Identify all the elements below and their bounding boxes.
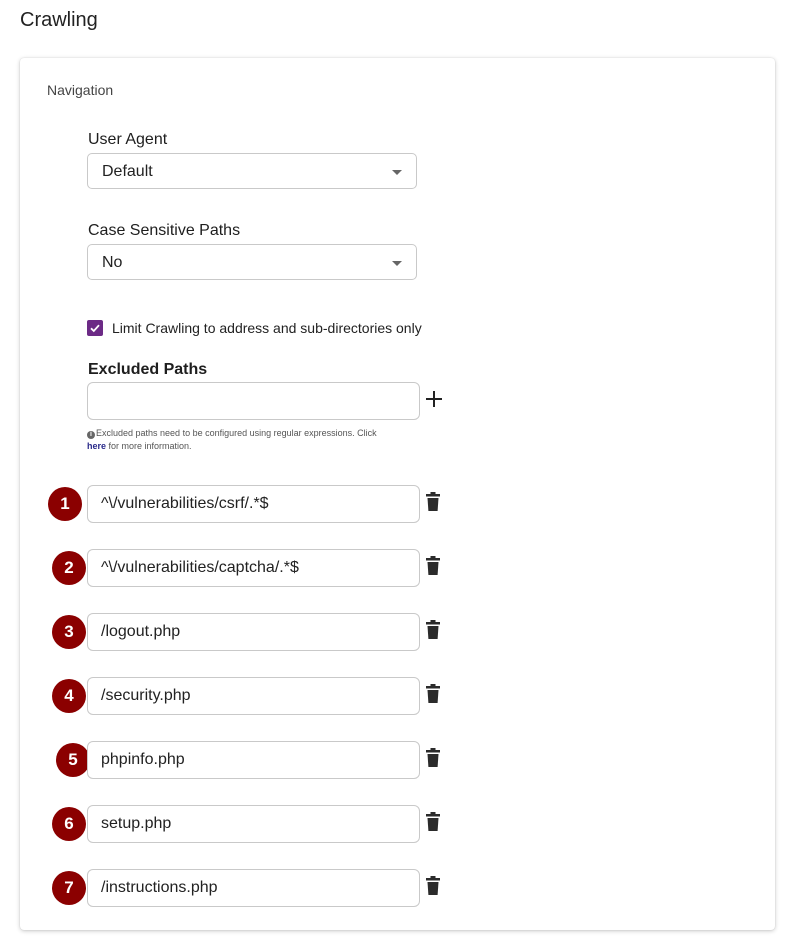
excluded-paths-label: Excluded Paths xyxy=(88,361,208,378)
limit-crawling-row: Limit Crawling to address and sub-direct… xyxy=(87,320,422,336)
trash-icon[interactable] xyxy=(425,876,441,896)
excluded-path-input[interactable] xyxy=(87,382,420,420)
help-text-prefix: Excluded paths need to be configured usi… xyxy=(96,428,377,438)
step-badge: 4 xyxy=(52,679,86,713)
user-agent-select[interactable]: Default xyxy=(87,153,417,189)
plus-icon[interactable] xyxy=(424,389,444,409)
step-badge: 6 xyxy=(52,807,86,841)
step-badge: 3 xyxy=(52,615,86,649)
excluded-path-row: 5 xyxy=(20,740,775,780)
chevron-down-icon xyxy=(392,261,402,266)
excluded-path-field[interactable] xyxy=(87,549,420,587)
step-badge: 1 xyxy=(48,487,82,521)
info-icon: i xyxy=(87,431,95,439)
excluded-paths-help: i Excluded paths need to be configured us… xyxy=(87,427,387,453)
excluded-path-field[interactable] xyxy=(87,485,420,523)
trash-icon[interactable] xyxy=(425,684,441,704)
excluded-path-field[interactable] xyxy=(87,869,420,907)
excluded-path-field[interactable] xyxy=(87,613,420,651)
help-text-suffix: for more information. xyxy=(106,441,192,451)
excluded-path-row: 7 xyxy=(20,868,775,908)
page-title: Crawling xyxy=(20,9,98,31)
step-badge: 5 xyxy=(56,743,90,777)
excluded-path-field[interactable] xyxy=(87,677,420,715)
navigation-card: Navigation User Agent Default Case Sensi… xyxy=(20,58,775,930)
excluded-path-row: 3 xyxy=(20,612,775,652)
excluded-path-row: 4 xyxy=(20,676,775,716)
case-sensitive-select[interactable]: No xyxy=(87,244,417,280)
section-title: Navigation xyxy=(47,82,114,98)
trash-icon[interactable] xyxy=(425,492,441,512)
user-agent-label: User Agent xyxy=(88,131,168,148)
excluded-path-field[interactable] xyxy=(87,805,420,843)
step-badge: 7 xyxy=(52,871,86,905)
trash-icon[interactable] xyxy=(425,556,441,576)
excluded-path-row: 1 xyxy=(20,484,775,524)
trash-icon[interactable] xyxy=(425,812,441,832)
case-sensitive-value: No xyxy=(102,254,123,271)
step-badge: 2 xyxy=(52,551,86,585)
excluded-path-field[interactable] xyxy=(87,741,420,779)
limit-crawling-checkbox[interactable] xyxy=(87,320,103,336)
trash-icon[interactable] xyxy=(425,748,441,768)
user-agent-value: Default xyxy=(102,163,153,180)
trash-icon[interactable] xyxy=(425,620,441,640)
check-icon xyxy=(90,324,100,333)
excluded-path-row: 2 xyxy=(20,548,775,588)
help-link[interactable]: here xyxy=(87,441,106,451)
limit-crawling-label: Limit Crawling to address and sub-direct… xyxy=(112,320,422,336)
case-sensitive-label: Case Sensitive Paths xyxy=(88,222,241,239)
chevron-down-icon xyxy=(392,170,402,175)
excluded-path-row: 6 xyxy=(20,804,775,844)
